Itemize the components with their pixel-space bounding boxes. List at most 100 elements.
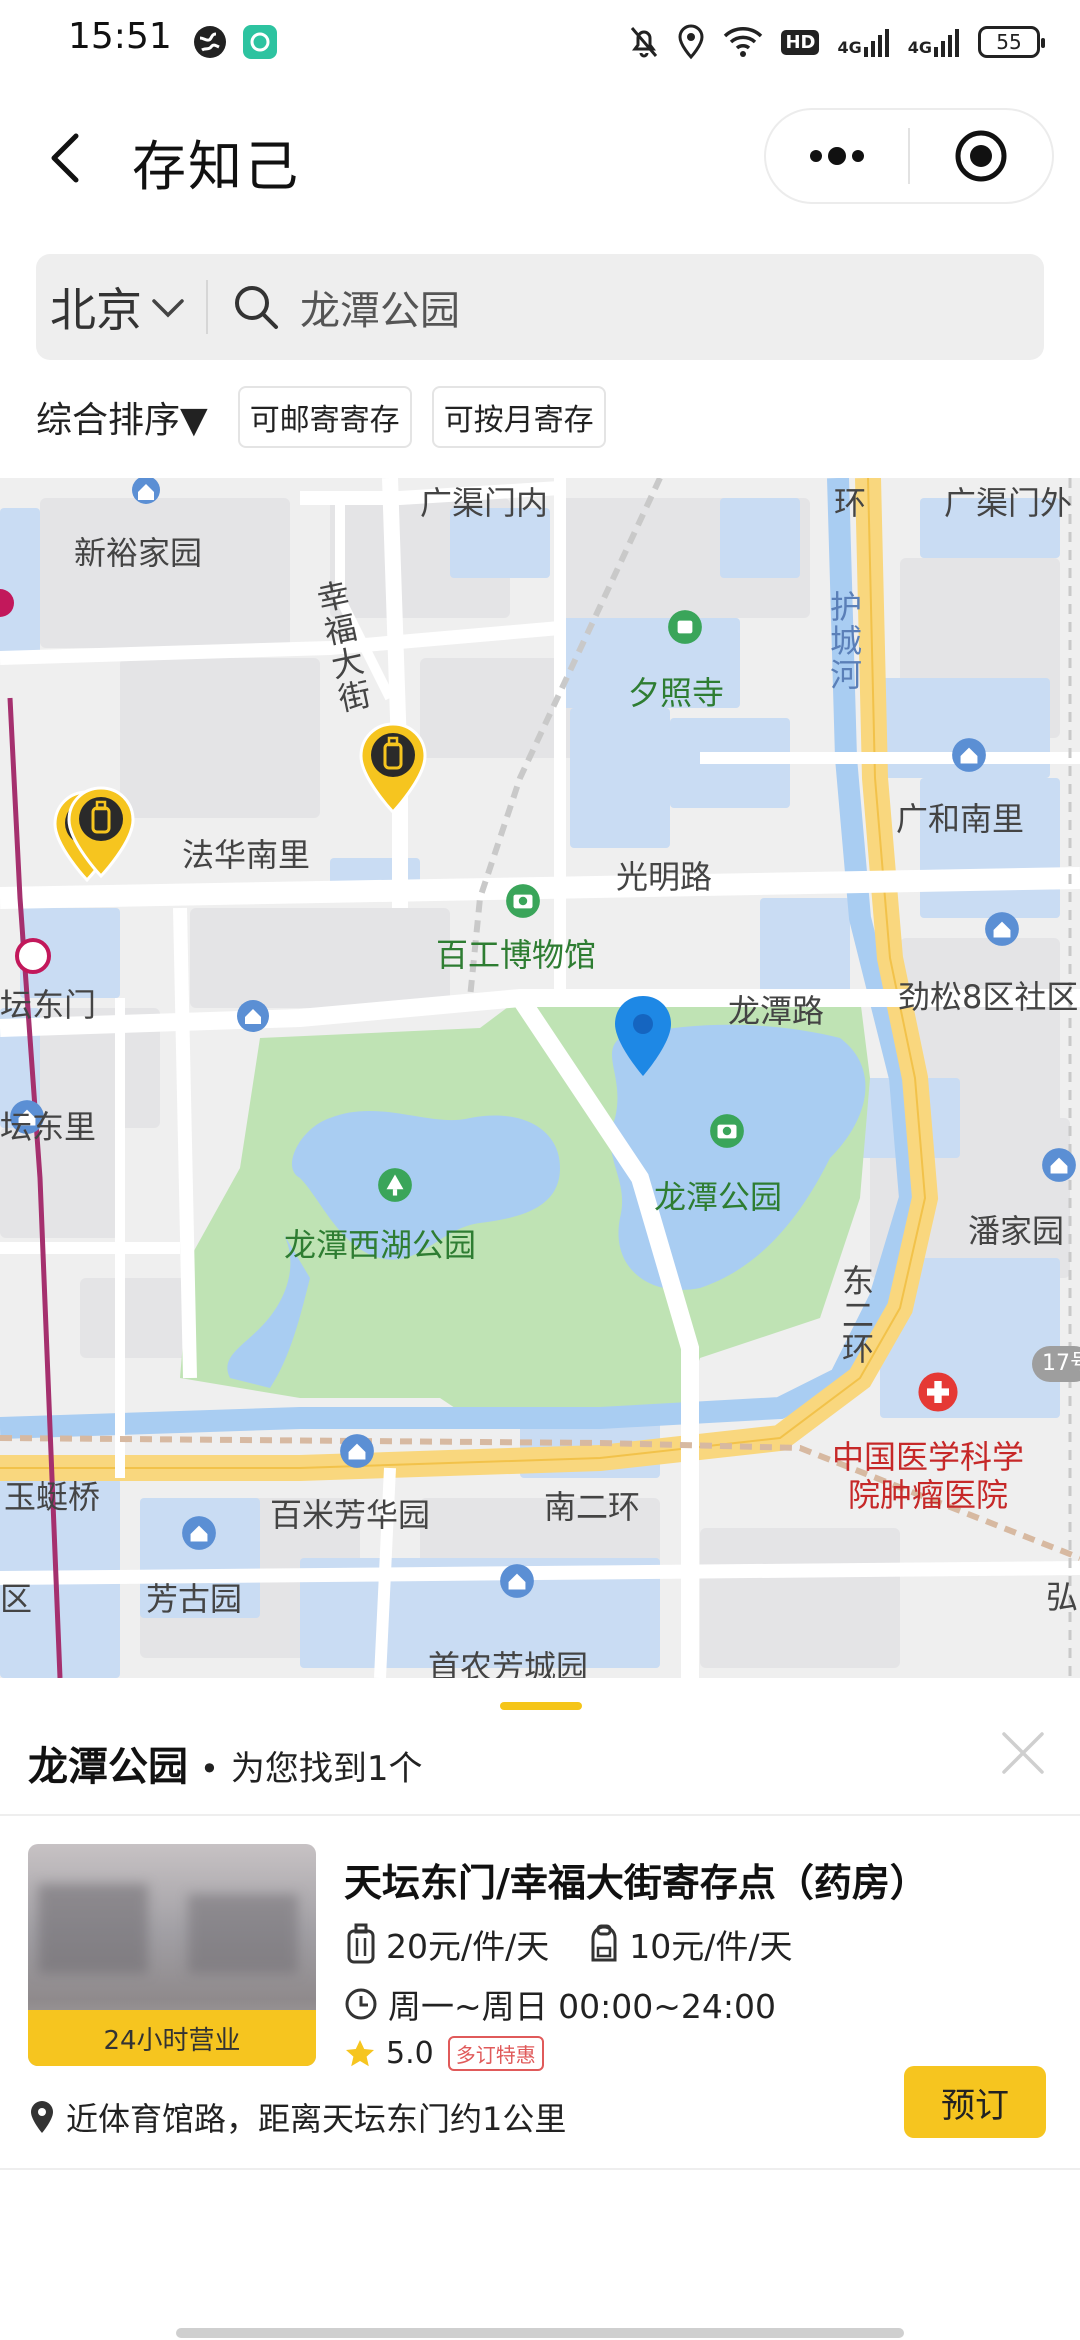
- map-label: 弘: [1046, 1578, 1079, 1616]
- close-sheet-icon[interactable]: [998, 1728, 1048, 1778]
- open-24h-badge: 24小时营业: [28, 2010, 316, 2066]
- backpack-icon: [591, 1924, 617, 1962]
- price-row: 20元/件/天 10元/件/天: [344, 1920, 792, 1968]
- store-address: 近体育馆路，距离天坛东门约1公里: [66, 2100, 567, 2138]
- map-label: 护城河: [830, 588, 863, 694]
- signal-2-icon: 4G: [908, 27, 960, 57]
- results-sheet: 龙潭公园 • 为您找到1个 24小时营业 天坛东门/幸福大街寄存点（药房） 20…: [0, 1680, 1080, 2340]
- suitcase-icon: [347, 1923, 375, 1964]
- divider: [0, 1814, 1080, 1816]
- current-location-pin-icon: [615, 996, 671, 1076]
- clock-icon: [345, 1988, 377, 2020]
- more-button[interactable]: [766, 108, 908, 204]
- hours-row: 周一~周日 00:00~24:00: [344, 1980, 776, 2028]
- sort-dropdown[interactable]: 综合排序▼: [36, 391, 208, 443]
- search-input[interactable]: 龙潭公园: [300, 278, 460, 336]
- residence-icon: [237, 1000, 269, 1032]
- gesture-nav-bar[interactable]: [176, 2328, 904, 2338]
- globe-icon: [190, 22, 230, 62]
- storage-card[interactable]: 24小时营业 天坛东门/幸福大街寄存点（药房） 20元/件/天 10元/件/天 …: [0, 1820, 1080, 2156]
- separator-dot: •: [200, 1750, 219, 1788]
- miniapp-capsule: [764, 108, 1054, 204]
- results-header: 龙潭公园 • 为您找到1个: [28, 1734, 423, 1792]
- map-label: 龙潭路: [728, 992, 825, 1030]
- poi-green-icon: [668, 610, 702, 644]
- map-label: 广和南里: [896, 800, 1025, 838]
- opening-hours: 周一~周日 00:00~24:00: [388, 1987, 776, 2026]
- map-label: 芳古园: [146, 1580, 243, 1618]
- map-label: 坛东里: [0, 1108, 97, 1146]
- store-thumbnail: 24小时营业: [28, 1844, 316, 2066]
- residence-icon: [132, 478, 160, 504]
- map-label: 龙潭西湖公园: [284, 1226, 477, 1264]
- title-bar: 存知己: [0, 100, 1080, 220]
- map-label: 环: [834, 484, 867, 522]
- wifi-icon: [724, 27, 763, 57]
- residence-icon: [1042, 1148, 1076, 1182]
- status-bar: 15:51 HD 4G 4G 55: [0, 0, 1080, 90]
- map-label: 首农芳城园: [428, 1648, 589, 1678]
- result-place-name: 龙潭公园: [28, 1744, 188, 1790]
- back-button[interactable]: [40, 128, 100, 188]
- filter-chip-monthly-storage[interactable]: 可按月寄存: [431, 386, 606, 448]
- map-label: 法华南里: [182, 836, 311, 874]
- map-label: 广渠门内: [420, 484, 549, 522]
- map-label: 劲松8区社区: [898, 978, 1079, 1016]
- battery-indicator: 55: [978, 26, 1045, 58]
- storage-pin-icon[interactable]: [66, 786, 136, 878]
- status-time: 15:51: [68, 16, 172, 57]
- result-count: 为您找到1个: [230, 1749, 423, 1789]
- search-divider: [206, 280, 208, 334]
- app-notification-icon: [240, 22, 280, 62]
- map-label: 东二环: [842, 1262, 875, 1368]
- map-label: 院肿瘤医院: [848, 1476, 1009, 1514]
- rating-value: 5.0: [386, 2036, 434, 2071]
- close-miniapp-button[interactable]: [910, 108, 1052, 204]
- map-label: 百工博物馆: [436, 936, 597, 974]
- residence-icon: [952, 738, 986, 772]
- map-label: 南二环: [544, 1488, 641, 1526]
- subway-station-icon: [15, 938, 51, 974]
- location-pin-icon: [31, 2101, 53, 2133]
- map-label: 广渠门外: [944, 484, 1073, 522]
- price-small-luggage: 10元/件/天: [629, 1927, 793, 1966]
- residence-icon: [340, 1434, 374, 1468]
- map-label: 坛东门: [0, 986, 97, 1024]
- target-close-icon: [955, 130, 1007, 182]
- park-camera-icon: [710, 1114, 744, 1148]
- book-button[interactable]: 预订: [904, 2066, 1046, 2138]
- map-label: 新裕家园: [74, 534, 203, 572]
- tree-icon: [378, 1168, 412, 1202]
- sheet-drag-handle[interactable]: [500, 1702, 582, 1710]
- chevron-down-icon: [152, 299, 184, 318]
- map-view[interactable]: 17号 广渠门内 广渠门外 环 新裕家园 幸福大街 护城河 夕照寺 广和南里 法…: [0, 478, 1080, 1678]
- museum-camera-icon: [506, 884, 540, 918]
- filter-chip-mail-storage[interactable]: 可邮寄寄存: [237, 386, 412, 448]
- residence-icon: [985, 912, 1019, 946]
- store-name: 天坛东门/幸福大街寄存点（药房）: [344, 1861, 928, 1905]
- rating-row: 5.0 多订特惠: [344, 2036, 544, 2071]
- star-icon: [346, 2039, 374, 2066]
- status-icons: HD 4G 4G 55: [629, 20, 1045, 64]
- more-dots-icon: [810, 147, 864, 165]
- road-number-badge: 17号: [1032, 1346, 1080, 1382]
- page-title: 存知己: [132, 135, 300, 198]
- divider: [0, 2168, 1080, 2170]
- map-label: 百米芳华园: [270, 1496, 431, 1534]
- address-row: 近体育馆路，距离天坛东门约1公里: [28, 2094, 566, 2140]
- location-icon: [678, 24, 704, 60]
- price-large-luggage: 20元/件/天: [386, 1927, 550, 1966]
- promo-badge: 多订特惠: [447, 2036, 544, 2071]
- city-label: 北京: [50, 283, 142, 337]
- city-selector[interactable]: 北京: [50, 274, 186, 340]
- map-label: 龙潭公园: [654, 1178, 783, 1216]
- search-icon: [235, 286, 278, 329]
- search-bar: 北京 龙潭公园: [36, 254, 1044, 360]
- map-label: 夕照寺: [628, 674, 725, 712]
- signal-1-icon: 4G: [837, 27, 889, 57]
- map-label: 光明路: [616, 858, 713, 896]
- storage-pin-icon[interactable]: [358, 722, 428, 814]
- hd-badge: HD: [781, 29, 820, 55]
- residence-icon: [182, 1516, 216, 1550]
- filter-bar: 综合排序▼ 可邮寄寄存 可按月寄存: [36, 384, 626, 450]
